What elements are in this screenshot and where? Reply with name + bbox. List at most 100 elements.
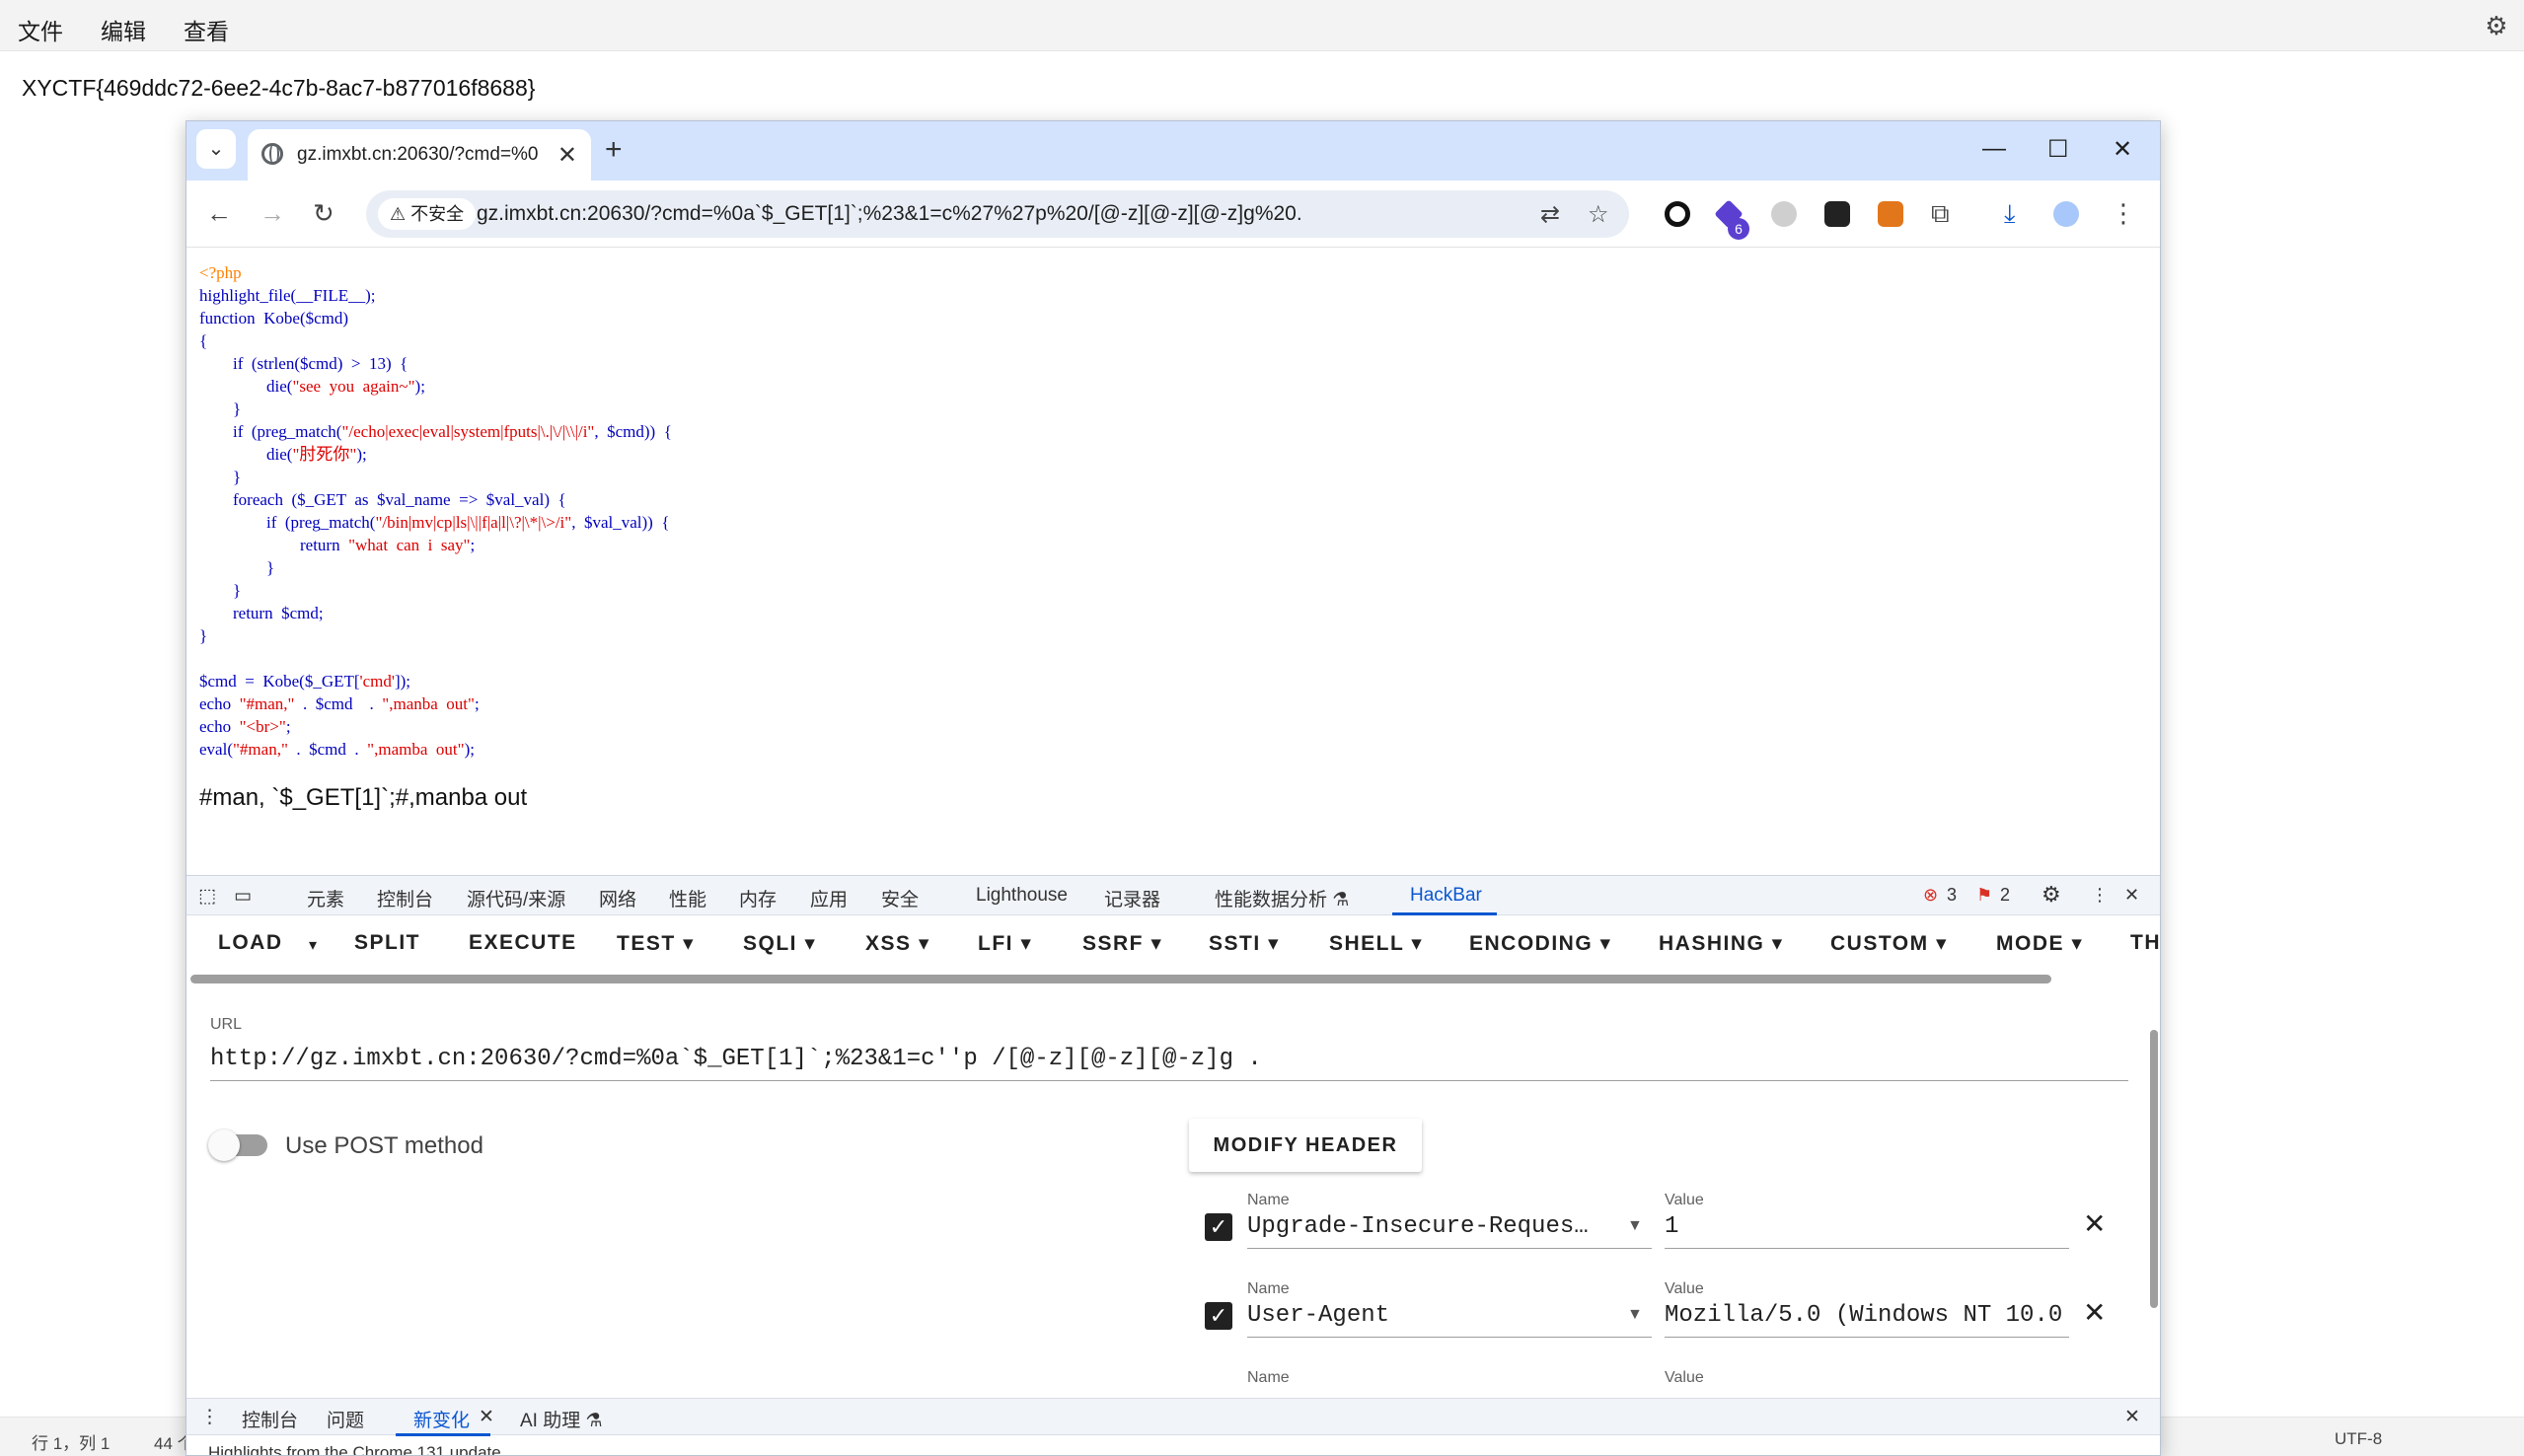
url-text[interactable]: gz.imxbt.cn:20630/?cmd=%0a`$_GET[1]`;%23… [477,202,1302,226]
tab-application[interactable]: 应用 [810,885,848,911]
hackbar-xss[interactable]: XSS ▾ [865,931,930,956]
tab-console[interactable]: 控制台 [377,885,433,911]
extension-mask-icon[interactable] [1824,201,1850,227]
drawer-menu-icon[interactable]: ⋮ [200,1406,219,1428]
menu-view[interactable]: 查看 [184,13,229,46]
code-line: return $cmd; [199,604,324,622]
translate-icon[interactable]: ⇄ [1540,200,1560,229]
tab-elements[interactable]: 元素 [307,885,344,911]
forward-icon[interactable]: → [260,198,285,229]
hackbar-theme[interactable]: TH [2130,931,2160,955]
tab-security[interactable]: 安全 [881,885,919,911]
inspect-icon[interactable]: ⬚ [198,885,216,908]
browser-tab[interactable]: gz.imxbt.cn:20630/?cmd=%0 ✕ [248,129,591,181]
drawer-tab-issues[interactable]: 问题 [327,1406,364,1432]
load-dropdown-chevron-icon[interactable]: ▾ [309,935,319,955]
hackbar-split[interactable]: SPLIT [354,931,420,955]
tab-close-icon[interactable]: ✕ [557,141,577,170]
code-line: highlight_file(__FILE__); [199,286,376,305]
header-name-label: Name [1247,1192,1290,1208]
back-icon[interactable]: ← [206,198,232,229]
devtools-settings-icon[interactable]: ⚙ [2041,882,2061,908]
tab-recorder[interactable]: 记录器 [1104,885,1160,911]
hackbar-mode[interactable]: MODE ▾ [1996,931,2083,956]
header-name-input[interactable]: User-Agent [1247,1302,1652,1338]
hackbar-load[interactable]: LOAD [218,931,283,955]
profile-avatar-icon[interactable] [2053,201,2079,227]
tab-lighthouse[interactable]: Lighthouse [976,885,1068,907]
drawer-tab-whats-new[interactable]: 新变化 [413,1406,470,1432]
reload-icon[interactable]: ↻ [313,198,334,229]
devtools-menu-icon[interactable]: ⋮ [2091,885,2109,906]
metamask-fox-icon[interactable] [1878,201,1903,227]
status-encoding: UTF-8 [2335,1429,2383,1448]
download-icon[interactable]: ⤓ [2004,198,2016,230]
drawer-tabbar: ⋮ 控制台 问题 新变化 ✕ AI 助理 ⚗ ✕ [186,1398,2160,1436]
drawer-active-indicator [396,1433,490,1436]
chevron-down-icon[interactable]: ▼ [1627,1217,1643,1235]
error-count[interactable]: 3 [1947,885,1957,906]
horizontal-scrollbar[interactable] [190,975,2051,983]
code-line: } [199,626,208,645]
menu-edit[interactable]: 编辑 [101,13,146,46]
close-window-icon[interactable]: ✕ [2113,135,2132,164]
remove-header-icon[interactable]: ✕ [2083,1296,2106,1329]
new-tab-button[interactable]: + [605,133,623,167]
minimize-icon[interactable]: — [1982,135,2006,163]
hackbar-shell[interactable]: SHELL ▾ [1329,931,1423,956]
gear-icon[interactable]: ⚙ [2483,12,2510,39]
browser-menu-icon[interactable]: ⋮ [2111,198,2136,229]
extensions-puzzle-icon[interactable]: ⧉ [1931,198,1950,230]
hackbar-ssti[interactable]: SSTI ▾ [1209,931,1280,956]
php-source-code: <?php highlight_file(__FILE__); function K… [199,261,672,761]
header-checkbox[interactable]: ✓ [1205,1213,1232,1241]
drawer-tab-close-icon[interactable]: ✕ [479,1406,494,1428]
tab-performance[interactable]: 性能 [669,885,706,911]
address-bar[interactable]: ⚠ 不安全 gz.imxbt.cn:20630/?cmd=%0a`$_GET[1… [366,190,1629,238]
tab-performance-insights[interactable]: 性能数据分析 ⚗ [1215,885,1349,911]
maximize-icon[interactable]: ☐ [2047,135,2069,164]
remove-header-icon[interactable]: ✕ [2083,1207,2106,1240]
post-method-label: Use POST method [285,1132,483,1159]
code-line: function Kobe($cmd) [199,309,349,328]
warning-count[interactable]: 2 [2000,885,2010,906]
header-value-input[interactable]: 1 [1665,1213,2069,1249]
star-icon[interactable]: ☆ [1588,200,1609,229]
hackbar-ssrf[interactable]: SSRF ▾ [1082,931,1162,956]
hackbar-sqli[interactable]: SQLI ▾ [743,931,816,956]
hackbar-custom[interactable]: CUSTOM ▾ [1830,931,1948,956]
header-name-label: Name [1247,1280,1290,1297]
menu-file[interactable]: 文件 [18,13,63,46]
vertical-scrollbar[interactable] [2150,1030,2158,1308]
error-icon[interactable]: ⊗ [1923,885,1938,906]
modify-header-button[interactable]: MODIFY HEADER [1189,1119,1422,1172]
warning-flag-icon[interactable]: ⚑ [1976,885,1992,906]
hackbar-test[interactable]: TEST ▾ [617,931,695,956]
tab-sources[interactable]: 源代码/来源 [467,885,565,911]
security-chip[interactable]: ⚠ 不安全 [378,198,477,230]
chevron-down-icon[interactable]: ▼ [1627,1306,1643,1324]
notepad-content[interactable]: XYCTF{469ddc72-6ee2-4c7b-8ac7-b877016f86… [22,75,535,102]
header-value-input[interactable]: Mozilla/5.0 (Windows NT 10.0 [1665,1302,2069,1338]
hackbar-lfi[interactable]: LFI ▾ [978,931,1032,956]
tab-search-chevron-icon[interactable]: ⌄ [196,129,236,169]
hackbar-execute[interactable]: EXECUTE [469,931,577,955]
tab-memory[interactable]: 内存 [739,885,777,911]
hackbar-encoding[interactable]: ENCODING ▾ [1469,931,1612,956]
drawer-close-icon[interactable]: ✕ [2124,1406,2140,1428]
drawer-tab-ai-assistant[interactable]: AI 助理 ⚗ [520,1406,603,1432]
devtools-drawer: ⋮ 控制台 问题 新变化 ✕ AI 助理 ⚗ ✕ Highlights from… [186,1398,2160,1455]
drawer-tab-console[interactable]: 控制台 [242,1406,298,1432]
header-checkbox[interactable]: ✓ [1205,1302,1232,1330]
hackbar-hashing[interactable]: HASHING ▾ [1659,931,1784,956]
devtools-close-icon[interactable]: ✕ [2124,885,2139,906]
code-line: if (strlen($cmd) > 13) { [199,354,408,373]
header-name-input[interactable]: Upgrade-Insecure-Reques… [1247,1213,1652,1249]
extension-grey-icon[interactable] [1771,201,1797,227]
extension-circle-icon[interactable] [1665,201,1690,227]
tab-network[interactable]: 网络 [599,885,636,911]
post-method-toggle[interactable] [208,1129,267,1161]
tab-hackbar[interactable]: HackBar [1410,885,1482,907]
hackbar-url-input[interactable]: http://gz.imxbt.cn:20630/?cmd=%0a`$_GET[… [210,1046,2128,1081]
device-toggle-icon[interactable]: ▭ [234,885,252,908]
